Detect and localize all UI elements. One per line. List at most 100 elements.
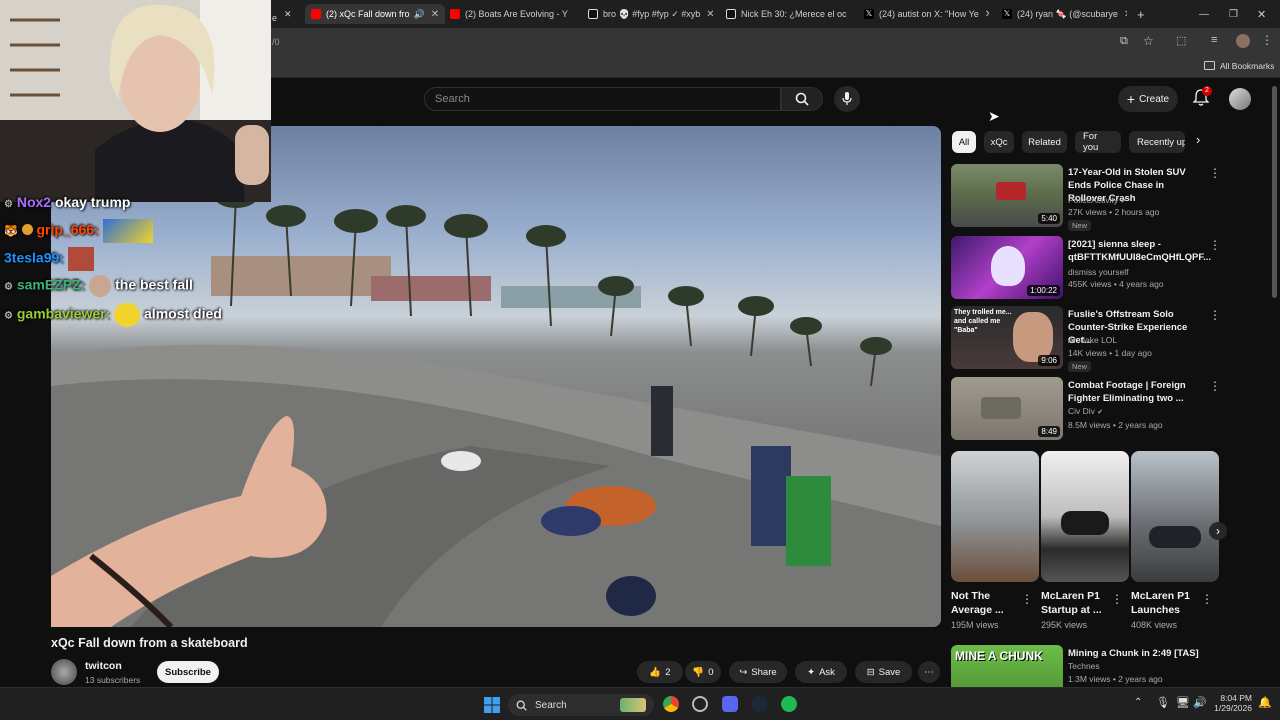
clock[interactable]: 8:04 PM 1/29/2026 (1214, 693, 1252, 713)
shorts-next-arrow[interactable]: › (1209, 522, 1227, 540)
account-avatar[interactable] (1229, 88, 1251, 110)
close-window-button[interactable]: ✕ (1257, 4, 1266, 24)
chrome-icon[interactable] (663, 696, 679, 712)
like-button[interactable]: 👍 2 (637, 661, 683, 683)
short-thumbnail[interactable] (951, 451, 1039, 582)
rec-video-0[interactable]: 5:40 17-Year-Old in Stolen SUV Ends Poli… (951, 164, 1221, 231)
chat-username[interactable]: samEZPZ: (17, 277, 85, 293)
rec-channel[interactable]: PoliceActivity ✔ (1068, 195, 1126, 205)
tab-boats[interactable]: (2) Boats Are Evolving - Y ✕ (450, 4, 575, 24)
rec-thumbnail[interactable]: MINE A CHUNK (951, 645, 1063, 687)
short-title[interactable]: McLaren P1 Startup at ... (1041, 589, 1111, 617)
chat-username[interactable]: gambaviewer: (17, 306, 110, 322)
rec-title[interactable]: Combat Footage | Foreign Fighter Elimina… (1068, 379, 1204, 405)
bookmark-star-icon[interactable]: ☆ (1143, 34, 1154, 48)
short-title[interactable]: Not The Average ... (951, 589, 1021, 617)
rec-video-4[interactable]: MINE A CHUNK Mining a Chunk in 2:49 [TAS… (951, 645, 1211, 687)
chip-for-you[interactable]: For you (1075, 131, 1121, 153)
app-icon[interactable] (692, 696, 708, 712)
share-button[interactable]: ↪ Share (729, 661, 787, 683)
rec-channel[interactable]: Technes (1068, 661, 1100, 671)
rec-video-2[interactable]: They trolled me... and called me "Baba" … (951, 306, 1221, 372)
close-icon[interactable]: ✕ (574, 9, 575, 20)
all-bookmarks-link[interactable]: All Bookmarks (1220, 61, 1274, 71)
taskbar-search[interactable]: Search (508, 694, 654, 716)
tab-nick[interactable]: Nick Eh 30: ¿Merece el oc ✕ (726, 4, 851, 24)
rec-title[interactable]: [2021] sienna sleep - qtBFTTKMfUUI8eCmQH… (1068, 238, 1211, 264)
voice-search-button[interactable] (834, 86, 860, 112)
chip-all[interactable]: All (952, 131, 976, 153)
dislike-button[interactable]: 👎 0 (685, 661, 721, 683)
close-icon[interactable]: ✕ (706, 9, 713, 20)
ask-button[interactable]: ✦ Ask (795, 661, 847, 683)
more-options-icon[interactable]: ⋮ (1209, 238, 1221, 252)
rec-thumbnail[interactable]: 5:40 (951, 164, 1063, 227)
short-thumbnail[interactable] (1041, 451, 1129, 582)
rec-channel[interactable]: Ah Jake LOL (1068, 335, 1117, 345)
tab-active[interactable]: (2) xQc Fall down fro 🔊 ✕ (305, 4, 445, 24)
spotify-icon[interactable] (781, 696, 797, 712)
microphone-icon[interactable]: 🎙 (1156, 696, 1170, 709)
save-button[interactable]: ⊟ Save (855, 661, 912, 683)
rec-thumbnail[interactable]: They trolled me... and called me "Baba" … (951, 306, 1063, 369)
more-actions-button[interactable]: ⋯ (918, 661, 940, 683)
subscribe-button[interactable]: Subscribe (157, 661, 219, 683)
minimize-button[interactable]: — (1199, 4, 1209, 24)
audio-icon[interactable]: 🔊 (414, 9, 425, 20)
media-control-icon[interactable]: ≡ (1211, 34, 1217, 46)
profile-avatar[interactable] (1236, 34, 1250, 48)
extensions-icon[interactable]: ⬚ (1176, 34, 1186, 47)
rec-channel[interactable]: dismiss yourself (1068, 267, 1128, 277)
chevron-up-icon[interactable]: ⌃ (1134, 697, 1142, 708)
more-options-icon[interactable]: ⋮ (1209, 647, 1211, 661)
tab-close-partial[interactable]: ✕ (284, 4, 292, 24)
rec-channel[interactable]: Civ Div ✔ (1068, 406, 1103, 416)
close-icon[interactable]: ✕ (431, 9, 439, 20)
discord-icon[interactable] (722, 696, 738, 712)
channel-avatar[interactable] (51, 659, 77, 685)
chip-xqc[interactable]: xQc (984, 131, 1014, 153)
short-title[interactable]: McLaren P1 Launches (1131, 589, 1201, 617)
kebab-menu-icon[interactable]: ⋮ (1261, 33, 1273, 47)
chips-next-arrow[interactable]: › (1196, 132, 1200, 147)
notification-center-icon[interactable]: 🔔 (1258, 696, 1272, 709)
badge-icon: ⚙ (4, 199, 13, 210)
rec-thumbnail[interactable]: 8:49 (951, 377, 1063, 440)
steam-icon[interactable] (751, 696, 767, 712)
cast-icon[interactable]: ⧉ (1120, 35, 1128, 48)
short-thumbnail[interactable] (1131, 451, 1219, 582)
rec-video-3[interactable]: 8:49 Combat Footage | Foreign Fighter El… (951, 377, 1221, 441)
more-options-icon[interactable]: ⋮ (1111, 592, 1123, 606)
tab-partial[interactable]: e (272, 8, 277, 28)
tab-tiktok[interactable]: bro 💀 #fyp #fyp ✓ #xyb ✕ (588, 4, 713, 24)
start-button[interactable] (484, 697, 500, 713)
maximize-button[interactable]: ❐ (1229, 4, 1238, 24)
network-icon[interactable]: 🖥 (1176, 696, 1190, 709)
chat-username[interactable]: grip_666: (36, 222, 98, 238)
volume-icon[interactable]: 🔊 (1193, 696, 1207, 709)
more-options-icon[interactable]: ⋮ (1209, 379, 1221, 393)
search-input[interactable]: Search (424, 87, 781, 111)
channel-name[interactable]: twitcon (85, 660, 122, 672)
more-options-icon[interactable]: ⋮ (1209, 166, 1221, 180)
new-tab-button[interactable]: + (1137, 4, 1145, 24)
search-button[interactable] (781, 87, 823, 111)
close-icon[interactable]: ✕ (985, 9, 989, 20)
create-button[interactable]: + Create (1118, 86, 1178, 112)
close-icon[interactable]: ✕ (1124, 9, 1127, 20)
more-options-icon[interactable]: ⋮ (1209, 308, 1221, 322)
chip-related[interactable]: Related (1022, 131, 1067, 153)
more-options-icon[interactable]: ⋮ (1201, 592, 1213, 606)
close-icon[interactable]: ✕ (284, 9, 292, 20)
chat-username[interactable]: 3tesla99: (4, 250, 64, 266)
notifications-button[interactable]: 2 (1192, 86, 1212, 109)
rec-video-1[interactable]: 1:00:22 [2021] sienna sleep - qtBFTTKMfU… (951, 236, 1221, 300)
tab-x-ryan[interactable]: 𝕏 (24) ryan 🍬 (@scubarye ✕ (1002, 4, 1127, 24)
page-scrollbar[interactable] (1272, 86, 1277, 298)
chip-recently-uploaded[interactable]: Recently up (1129, 131, 1185, 153)
rec-title[interactable]: Mining a Chunk in 2:49 [TAS] (1068, 647, 1204, 660)
rec-thumbnail[interactable]: 1:00:22 (951, 236, 1063, 299)
more-options-icon[interactable]: ⋮ (1021, 592, 1033, 606)
tab-x-autist[interactable]: 𝕏 (24) autist on X: "How Ye ✕ (864, 4, 989, 24)
chat-username[interactable]: Nox2 (17, 194, 51, 210)
